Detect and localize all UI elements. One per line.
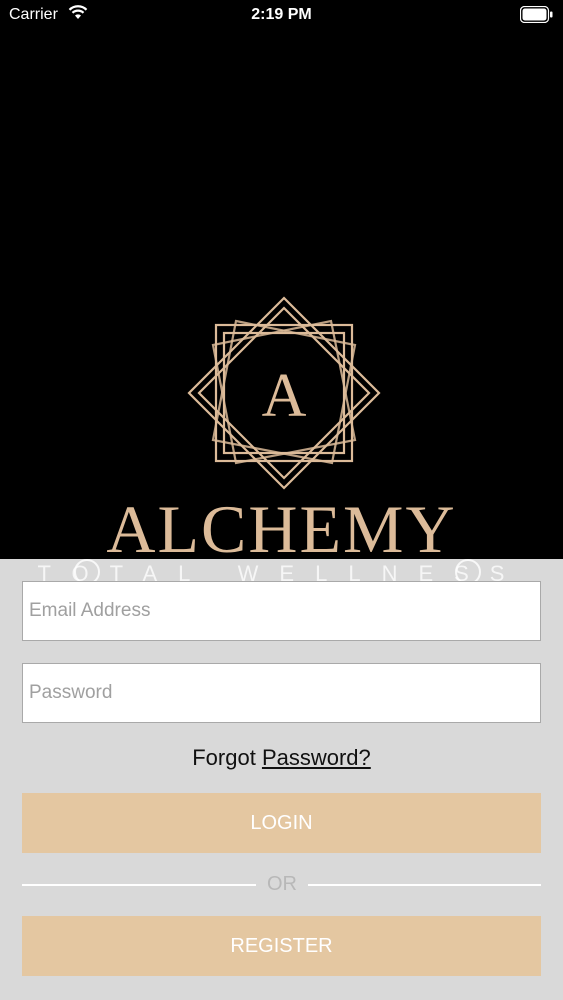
- email-field[interactable]: [22, 581, 541, 641]
- brand-name: ALCHEMY: [106, 491, 457, 559]
- login-panel: TOTAL WELLNESS Forgot Password? LOGIN OR…: [0, 559, 563, 1000]
- register-button[interactable]: REGISTER: [22, 916, 541, 976]
- password-field[interactable]: [22, 663, 541, 723]
- forgot-password-link[interactable]: Password?: [262, 745, 371, 770]
- login-button[interactable]: LOGIN: [22, 793, 541, 853]
- divider-line: [308, 884, 541, 886]
- forgot-password-row: Forgot Password?: [0, 745, 563, 771]
- status-time: 2:19 PM: [251, 6, 312, 23]
- forgot-prefix: Forgot: [192, 745, 256, 770]
- or-divider-label: OR: [267, 873, 297, 895]
- logo-monogram: A: [262, 362, 307, 430]
- status-bar: Carrier 2:19 PM: [0, 0, 563, 32]
- divider-line: [22, 884, 256, 886]
- hero-area: A ALCHEMY: [0, 32, 563, 559]
- alchemy-logo-icon: A: [187, 296, 381, 490]
- battery-icon: [520, 6, 553, 23]
